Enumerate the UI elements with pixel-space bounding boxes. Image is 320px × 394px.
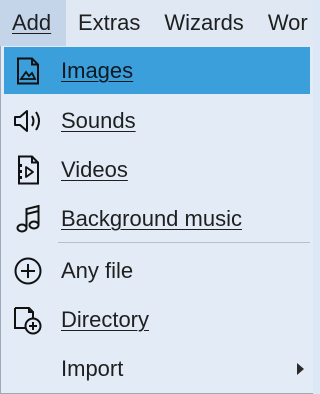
menu-item-any-file[interactable]: Any file bbox=[4, 247, 310, 294]
menubar: Add Extras Wizards Wor bbox=[0, 0, 313, 46]
submenu-arrow-icon bbox=[297, 362, 304, 375]
menu-item-any-file-label: Any file bbox=[61, 257, 134, 283]
menu-item-sounds[interactable]: Sounds bbox=[4, 97, 310, 144]
menu-item-videos-label: Videos bbox=[61, 156, 128, 182]
speaker-icon bbox=[12, 105, 44, 137]
menubar-extras-label: Extras bbox=[78, 10, 141, 35]
menubar-wizards-label: Wizards bbox=[164, 10, 244, 35]
add-dropdown-menu: Images Sounds Videos Background music An… bbox=[0, 46, 313, 394]
menu-item-sounds-label: Sounds bbox=[61, 107, 136, 133]
menu-separator bbox=[58, 242, 310, 243]
menu-item-videos[interactable]: Videos bbox=[4, 146, 310, 193]
menubar-wizards[interactable]: Wizards bbox=[152, 0, 255, 46]
menu-item-images-label: Images bbox=[61, 57, 134, 83]
image-file-icon bbox=[12, 55, 44, 87]
menubar-wor[interactable]: Wor bbox=[256, 0, 308, 46]
plus-circle-icon bbox=[12, 255, 44, 287]
menu-item-directory-label: Directory bbox=[61, 306, 150, 332]
menubar-wor-label: Wor bbox=[267, 10, 308, 35]
menu-item-background-music[interactable]: Background music bbox=[4, 195, 310, 242]
menubar-add-label: Add bbox=[12, 10, 52, 35]
music-note-icon bbox=[12, 203, 44, 235]
menu-item-directory[interactable]: Directory bbox=[4, 296, 310, 343]
menu-item-import[interactable]: Import bbox=[4, 345, 310, 392]
video-file-icon bbox=[12, 154, 44, 186]
menubar-extras[interactable]: Extras bbox=[66, 0, 152, 46]
menu-item-background-music-label: Background music bbox=[61, 205, 242, 231]
menu-item-images[interactable]: Images bbox=[4, 47, 310, 94]
folder-add-icon bbox=[12, 304, 44, 336]
menu-item-import-label: Import bbox=[61, 355, 124, 381]
menubar-add[interactable]: Add bbox=[0, 0, 66, 46]
